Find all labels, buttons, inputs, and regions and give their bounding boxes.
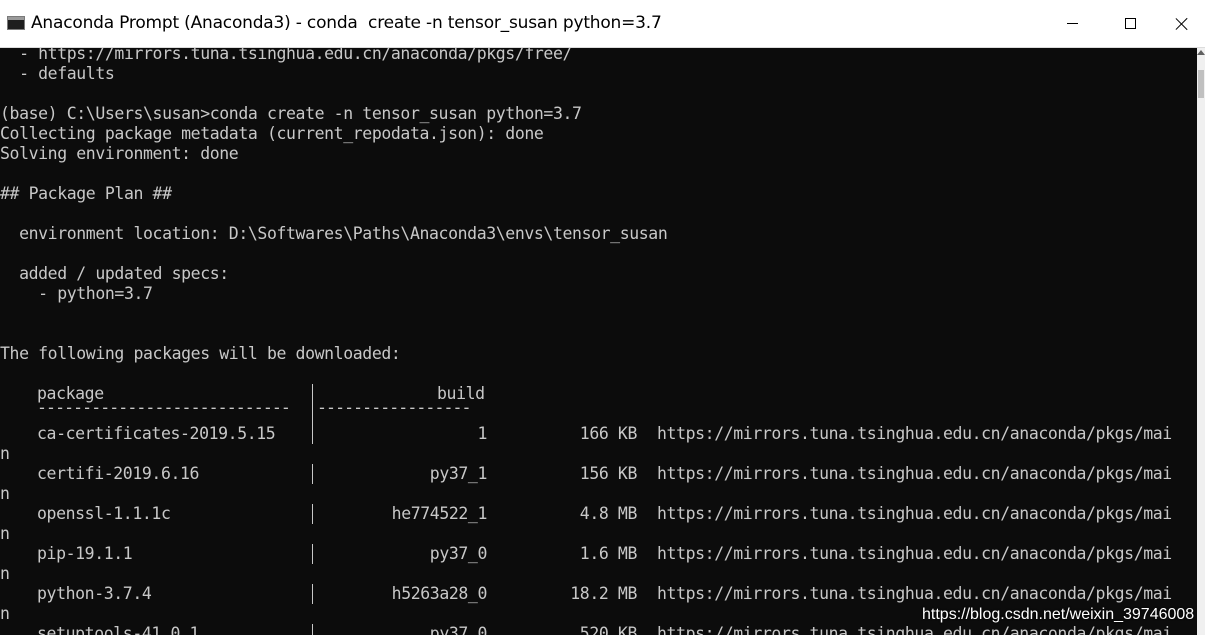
- console-line: environment location: D:\Softwares\Paths…: [0, 224, 668, 243]
- console-line: added / updated specs:: [0, 264, 229, 283]
- package-name: python-3.7.4: [37, 584, 152, 603]
- package-size: 18.2 MB: [570, 584, 637, 603]
- console-output[interactable]: - https://mirrors.tuna.tsinghua.edu.cn/a…: [0, 48, 1197, 635]
- console-line: Solving environment: done: [0, 144, 239, 163]
- package-url: https://mirrors.tuna.tsinghua.edu.cn/ana…: [657, 464, 1172, 483]
- console-line: - https://mirrors.tuna.tsinghua.edu.cn/a…: [0, 48, 573, 63]
- column-separator: [312, 464, 313, 484]
- close-icon: [1175, 17, 1189, 31]
- package-url-wrap: n: [0, 484, 10, 503]
- column-separator: [312, 624, 313, 635]
- package-url-wrap: n: [0, 444, 10, 463]
- window-title: Anaconda Prompt (Anaconda3) - conda crea…: [31, 13, 662, 33]
- package-url: https://mirrors.tuna.tsinghua.edu.cn/ana…: [657, 544, 1172, 563]
- console-icon: [7, 16, 25, 30]
- title-bar[interactable]: Anaconda Prompt (Anaconda3) - conda crea…: [0, 0, 1205, 48]
- column-separator: [312, 504, 313, 524]
- package-build: py37_0: [429, 624, 488, 635]
- console-line: ## Package Plan ##: [0, 184, 172, 203]
- package-name: pip-19.1.1: [37, 544, 133, 563]
- minimize-icon: [1066, 23, 1078, 24]
- console-line: Collecting package metadata (current_rep…: [0, 124, 544, 143]
- column-separator: [312, 424, 313, 444]
- package-url-wrap: n: [0, 604, 10, 623]
- vertical-scrollbar[interactable]: [1197, 48, 1205, 635]
- package-url-wrap: n: [0, 564, 10, 583]
- package-size: 520 KB: [579, 624, 638, 635]
- watermark: https://blog.csdn.net/weixin_39746008: [922, 606, 1195, 623]
- package-size: 1.6 MB: [579, 544, 638, 563]
- table-rule-package: ----------------------------: [37, 398, 291, 417]
- console-line: The following packages will be downloade…: [0, 344, 401, 363]
- package-size: 166 KB: [579, 424, 638, 443]
- package-build: h5263a28_0: [391, 584, 488, 603]
- package-url: https://mirrors.tuna.tsinghua.edu.cn/ana…: [657, 624, 1172, 635]
- package-build: he774522_1: [391, 504, 488, 523]
- package-url: https://mirrors.tuna.tsinghua.edu.cn/ana…: [657, 424, 1172, 443]
- maximize-icon: [1124, 18, 1136, 29]
- package-build: py37_0: [429, 544, 488, 563]
- column-separator: [312, 584, 313, 604]
- console-line: - python=3.7: [0, 284, 153, 303]
- table-rule-build: -----------------: [317, 398, 471, 417]
- package-build: py37_1: [429, 464, 488, 483]
- package-name: certifi-2019.6.16: [37, 464, 200, 483]
- package-url: https://mirrors.tuna.tsinghua.edu.cn/ana…: [657, 504, 1172, 523]
- console-line: - defaults: [0, 64, 115, 83]
- package-name: ca-certificates-2019.5.15: [37, 424, 276, 443]
- column-separator: [312, 384, 313, 404]
- console-line: (base) C:\Users\susan>conda create -n te…: [0, 104, 582, 123]
- maximize-button[interactable]: [1101, 0, 1159, 47]
- column-separator: [312, 544, 313, 564]
- close-button[interactable]: [1159, 0, 1205, 47]
- scroll-thumb[interactable]: [1198, 70, 1204, 98]
- package-size: 4.8 MB: [579, 504, 638, 523]
- package-name: openssl-1.1.1c: [37, 504, 171, 523]
- package-url: https://mirrors.tuna.tsinghua.edu.cn/ana…: [657, 584, 1172, 603]
- package-size: 156 KB: [579, 464, 638, 483]
- package-build: 1: [477, 424, 487, 443]
- minimize-button[interactable]: [1043, 0, 1101, 47]
- column-separator: [312, 404, 313, 424]
- package-url-wrap: n: [0, 524, 10, 543]
- scroll-up-arrow-icon[interactable]: [1197, 50, 1205, 55]
- package-name: setuptools-41.0.1: [37, 624, 200, 635]
